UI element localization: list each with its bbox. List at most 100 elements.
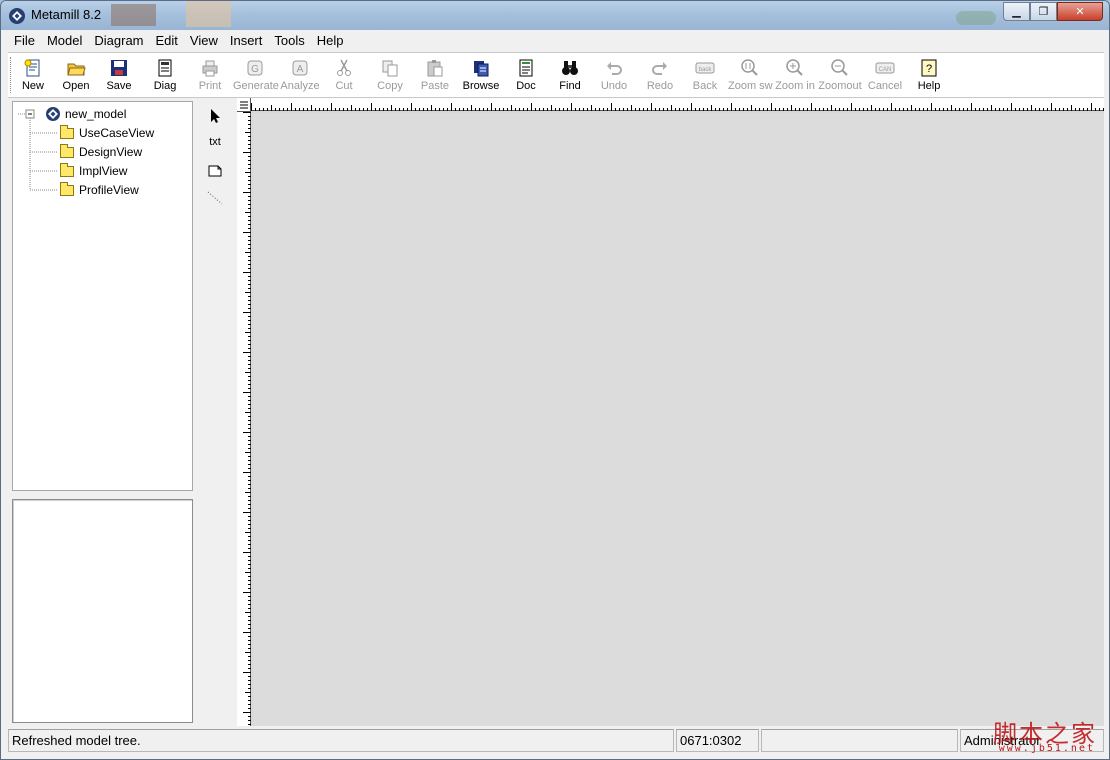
cancel-button[interactable]: CAN Cancel — [863, 58, 907, 96]
tree-item-root[interactable]: new_model — [45, 105, 126, 123]
window-title: Metamill 8.2 — [31, 7, 102, 22]
status-coordinates: 0671:0302 — [676, 729, 759, 752]
tree-root-label: new_model — [65, 107, 127, 121]
help-icon: ? — [921, 59, 937, 77]
zoom-switch-icon — [741, 59, 758, 76]
folder-icon — [60, 181, 74, 196]
horizontal-ruler-ticks — [251, 103, 1104, 111]
document-icon — [519, 59, 533, 77]
help-button[interactable]: ? Help — [907, 58, 951, 96]
zoom-switch-button[interactable]: Zoom sw — [728, 58, 773, 96]
diagram-canvas-area — [237, 98, 1104, 726]
close-button[interactable]: ✕ — [1057, 2, 1103, 21]
find-button[interactable]: Find — [548, 58, 592, 96]
new-button[interactable]: New — [11, 58, 55, 96]
menu-bar: File Model Diagram Edit View Insert Tool… — [8, 31, 1104, 50]
diag-button[interactable]: Diag — [143, 58, 187, 96]
menu-model[interactable]: Model — [41, 33, 88, 48]
tree-item-label: ImplView — [79, 164, 128, 178]
svg-text:A: A — [297, 64, 304, 75]
scissors-icon — [337, 59, 351, 76]
copy-button[interactable]: Copy — [368, 58, 412, 96]
zoom-out-icon — [831, 59, 848, 76]
svg-text:CAN: CAN — [879, 67, 892, 73]
menu-tools[interactable]: Tools — [268, 33, 310, 48]
diagram-canvas[interactable] — [253, 113, 1104, 726]
status-message: Refreshed model tree. — [8, 729, 674, 752]
tree-item-label: DesignView — [79, 145, 143, 159]
tree-item-label: UseCaseView — [79, 126, 155, 140]
analyze-icon: A — [292, 60, 308, 76]
app-window: Metamill 8.2 ▁ ❐ ✕ File Model Diagram Ed… — [0, 0, 1110, 760]
menu-file[interactable]: File — [8, 33, 41, 48]
tree-item-designview[interactable]: DesignView — [60, 143, 142, 161]
svg-text:back: back — [699, 67, 713, 73]
analyze-button[interactable]: A Analyze — [278, 58, 322, 96]
horizontal-ruler[interactable] — [251, 98, 1104, 111]
select-tool[interactable] — [201, 105, 229, 127]
menu-diagram[interactable]: Diagram — [88, 33, 149, 48]
folder-icon — [60, 162, 74, 177]
folder-icon — [60, 124, 74, 139]
tree-item-implview[interactable]: ImplView — [60, 162, 127, 180]
zoom-in-icon — [786, 59, 803, 76]
print-button[interactable]: Print — [188, 58, 232, 96]
tool-palette: txt — [197, 101, 233, 726]
generate-button[interactable]: G Generate — [233, 58, 279, 96]
redo-icon — [652, 62, 667, 75]
paste-icon — [427, 60, 443, 77]
paste-button[interactable]: Paste — [413, 58, 457, 96]
new-document-icon — [24, 59, 40, 77]
browse-icon — [474, 61, 489, 77]
main-toolbar: New Open Save Diag Print G Generate A An… — [8, 52, 1104, 98]
title-bar[interactable]: Metamill 8.2 ▁ ❐ ✕ — [1, 1, 1109, 30]
redo-button[interactable]: Redo — [638, 58, 682, 96]
doc-button[interactable]: Doc — [504, 58, 548, 96]
undo-button[interactable]: Undo — [592, 58, 636, 96]
open-folder-icon — [67, 63, 86, 76]
menu-view[interactable]: View — [184, 33, 224, 48]
generate-icon: G — [247, 60, 263, 76]
printer-icon — [202, 60, 218, 77]
menu-help[interactable]: Help — [311, 33, 350, 48]
diagram-icon — [158, 59, 172, 77]
binoculars-icon — [562, 61, 578, 75]
text-tool-label: txt — [209, 136, 221, 148]
status-bar: Refreshed model tree. 0671:0302 Administ… — [8, 729, 1104, 753]
model-tree-panel[interactable]: new_model UseCaseView DesignView ImplVie… — [12, 101, 193, 491]
watermark-url: www.jb51.net — [998, 743, 1095, 754]
vertical-ruler-ticks — [243, 112, 251, 725]
link-tool[interactable] — [201, 187, 229, 209]
menu-edit[interactable]: Edit — [150, 33, 184, 48]
tree-item-usecaseview[interactable]: UseCaseView — [60, 124, 154, 142]
minimize-button[interactable]: ▁ — [1003, 2, 1030, 21]
vertical-ruler[interactable] — [237, 112, 251, 726]
zoom-out-button[interactable]: Zoomout — [818, 58, 862, 96]
svg-text:G: G — [251, 64, 259, 75]
app-logo-icon — [9, 8, 25, 24]
tree-item-profileview[interactable]: ProfileView — [60, 181, 139, 199]
text-tool[interactable]: txt — [201, 131, 229, 153]
undo-icon — [607, 62, 622, 75]
back-icon: back — [695, 62, 715, 74]
note-tool[interactable] — [201, 160, 229, 182]
cut-button[interactable]: Cut — [322, 58, 366, 96]
pointer-icon — [211, 109, 220, 123]
browse-button[interactable]: Browse — [459, 58, 503, 96]
copy-icon — [382, 60, 398, 77]
status-extra — [761, 729, 958, 752]
ruler-corner — [237, 98, 251, 112]
back-button[interactable]: back Back — [683, 58, 727, 96]
maximize-button[interactable]: ❐ — [1030, 2, 1057, 21]
dotted-line-icon — [207, 191, 223, 205]
svg-text:?: ? — [926, 63, 932, 75]
properties-panel[interactable] — [12, 499, 193, 723]
save-button[interactable]: Save — [97, 58, 141, 96]
folder-icon — [60, 143, 74, 158]
cancel-icon: CAN — [875, 62, 895, 74]
save-disk-icon — [111, 60, 127, 76]
open-button[interactable]: Open — [54, 58, 98, 96]
note-icon — [208, 165, 222, 177]
menu-insert[interactable]: Insert — [224, 33, 269, 48]
zoom-in-button[interactable]: Zoom in — [773, 58, 817, 96]
